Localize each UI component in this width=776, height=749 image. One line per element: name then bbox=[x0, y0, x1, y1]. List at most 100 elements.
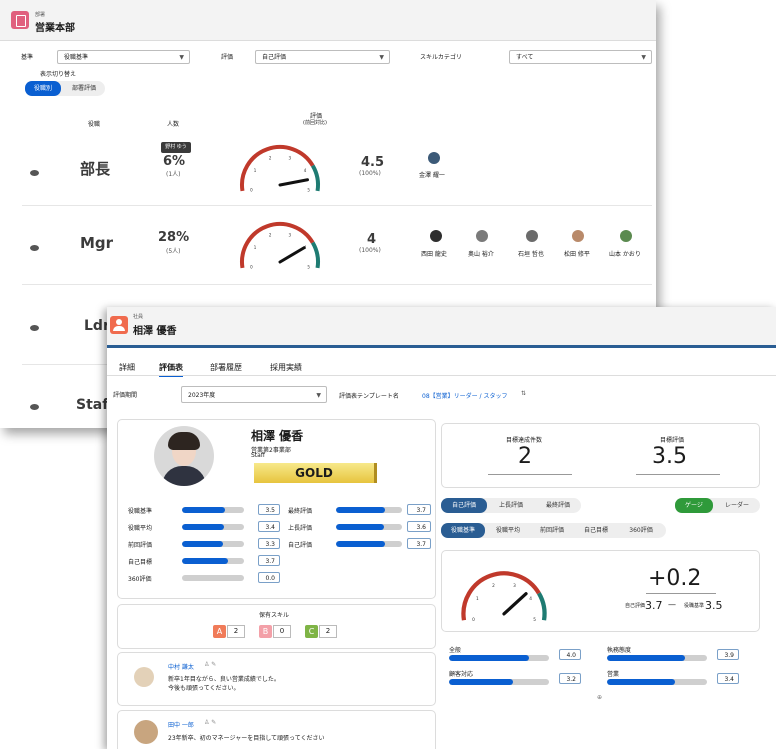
tab-prev-eval[interactable]: 前回評価 bbox=[531, 523, 573, 538]
skill-bar-value: 3.4 bbox=[717, 673, 739, 684]
department-icon bbox=[11, 11, 29, 29]
divider bbox=[22, 205, 652, 206]
header-category: 部署 bbox=[35, 12, 46, 18]
hyoka-label: 評価 bbox=[221, 54, 234, 61]
self-eval-label: 自己評価 bbox=[625, 603, 646, 609]
gauge-arc bbox=[461, 571, 541, 621]
skill-grade: C bbox=[305, 625, 318, 638]
stat-label: 役職平均 bbox=[128, 525, 153, 532]
stat-value: 3.4 bbox=[258, 521, 280, 532]
stat-bar bbox=[336, 524, 402, 530]
skill-category-label: スキルカテゴリ bbox=[420, 54, 462, 61]
tab-radar[interactable]: レーダー bbox=[715, 498, 759, 513]
base-label: 役職基準 bbox=[684, 603, 705, 609]
row-count: (1人) bbox=[166, 171, 181, 178]
gauge-needle bbox=[278, 178, 310, 187]
row-count: (5人) bbox=[166, 248, 181, 255]
comment-author[interactable]: 田中 一郎 bbox=[168, 720, 194, 729]
skill-category-select[interactable]: すべて ▼ bbox=[509, 50, 652, 64]
comment-author[interactable]: 中村 謙太 bbox=[168, 662, 194, 671]
eye-icon[interactable] bbox=[30, 245, 39, 251]
tab-detail[interactable]: 詳細 bbox=[119, 362, 135, 373]
swap-icon[interactable]: ⇅ bbox=[521, 390, 526, 397]
eye-icon[interactable] bbox=[30, 170, 39, 176]
col-count: 人数 bbox=[167, 121, 180, 128]
hyoka-select[interactable]: 自己評価 ▼ bbox=[255, 50, 390, 64]
tab-role-avg[interactable]: 役職平均 bbox=[487, 523, 529, 538]
tab-360[interactable]: 360評価 bbox=[619, 523, 663, 538]
eye-icon[interactable] bbox=[30, 325, 39, 331]
member-name: 西田 龍史 bbox=[421, 251, 447, 258]
tab-recruitment[interactable]: 採用実績 bbox=[270, 362, 302, 373]
stat-value: 3.5 bbox=[258, 504, 280, 515]
profile-photo bbox=[154, 426, 214, 486]
self-eval-value: 3.7 bbox=[645, 599, 663, 612]
avatar bbox=[572, 230, 584, 242]
gauge-tick: 2 bbox=[269, 156, 272, 161]
eval-type-toggle: 自己評価 上長評価 最終評価 bbox=[441, 498, 581, 513]
avatar bbox=[620, 230, 632, 242]
comment-text: 今後も頑張ってください。 bbox=[168, 685, 240, 692]
avatar bbox=[430, 230, 442, 242]
stat-bar bbox=[182, 541, 244, 547]
profile-name: 相澤 優香 bbox=[251, 429, 304, 443]
gauge-arc bbox=[537, 592, 547, 621]
tab-role-base[interactable]: 役職基準 bbox=[441, 523, 485, 538]
row-score-pct: (100%) bbox=[359, 247, 381, 254]
person-icon: ♙ ✎ bbox=[204, 661, 217, 668]
tab-department-history[interactable]: 部署履歴 bbox=[210, 362, 242, 373]
gauge-tick: 2 bbox=[492, 583, 495, 589]
skill-bar-label: 顧客対応 bbox=[449, 671, 474, 678]
stat-bar bbox=[182, 507, 244, 513]
gauge-tick: 5 bbox=[307, 188, 310, 192]
toggle-by-role[interactable]: 役職別 bbox=[25, 81, 61, 96]
toggle-by-department[interactable]: 部署評価 bbox=[63, 81, 105, 96]
tab-self-eval[interactable]: 自己評価 bbox=[441, 498, 487, 513]
tab-self-goal[interactable]: 自己目標 bbox=[575, 523, 617, 538]
eye-icon[interactable] bbox=[30, 404, 39, 410]
stat-bar bbox=[182, 558, 244, 564]
stat-value: 3.7 bbox=[407, 538, 431, 549]
row-score: 4.5 bbox=[361, 155, 385, 170]
view-toggle: 役職別 部署評価 bbox=[25, 81, 105, 96]
gauge-tick: 4 bbox=[529, 596, 532, 602]
profile-card: 相澤 優香 営業第2事業部 Staff GOLD 役職基準 3.5 役職平均 3.4 前… bbox=[117, 419, 436, 599]
tab-gauge[interactable]: ゲージ bbox=[675, 498, 713, 513]
row-score-pct: (100%) bbox=[359, 170, 381, 177]
gauge-tick: 5 bbox=[533, 617, 536, 623]
stat-value: 3.7 bbox=[258, 555, 280, 566]
period-label: 評価期間 bbox=[113, 392, 138, 399]
stat-label: 前回評価 bbox=[128, 542, 153, 549]
gauge-needle bbox=[502, 592, 528, 616]
skill-count: 2 bbox=[319, 625, 337, 638]
member-name: 石垣 哲也 bbox=[518, 251, 544, 258]
stat-bar bbox=[182, 575, 244, 581]
stat-value: 3.7 bbox=[407, 504, 431, 515]
divider bbox=[22, 284, 652, 285]
chevron-down-icon: ▼ bbox=[379, 54, 384, 61]
tab-final-eval[interactable]: 最終評価 bbox=[535, 498, 581, 513]
more-icon[interactable]: ⊕ bbox=[597, 694, 602, 701]
gauge-tick: 1 bbox=[476, 596, 479, 602]
employee-header: 社員 相澤 優香 bbox=[107, 307, 776, 348]
avatar bbox=[428, 152, 440, 164]
period-select[interactable]: 2023年度 ▼ bbox=[181, 386, 327, 403]
skill-bar bbox=[607, 655, 707, 661]
gauge-tick: 1 bbox=[254, 245, 257, 250]
gauge-tick: 3 bbox=[513, 583, 516, 589]
divider bbox=[107, 375, 776, 376]
kijun-label: 基準 bbox=[21, 54, 34, 61]
row-gauge: 012345 bbox=[240, 222, 320, 269]
comment-card: 中村 謙太 ♙ ✎ 新卒1年目ながら、良い営業成績でした。 今後も頑張ってくださ… bbox=[117, 652, 436, 706]
skills-title: 保有スキル bbox=[259, 612, 290, 619]
employee-window: 社員 相澤 優香 詳細 評価表 部署履歴 採用実績 評価期間 2023年度 ▼ 評… bbox=[107, 307, 776, 749]
kijun-select[interactable]: 役職基準 ▼ bbox=[57, 50, 190, 64]
template-link[interactable]: 08【営業】リーダー / スタッフ bbox=[422, 391, 507, 400]
toggle-label: 表示切り替え bbox=[40, 71, 77, 78]
tab-boss-eval[interactable]: 上長評価 bbox=[488, 498, 534, 513]
stat-bar bbox=[182, 524, 244, 530]
gauge-arc bbox=[240, 222, 315, 269]
gauge-tick: 0 bbox=[250, 265, 253, 269]
rank-badge: GOLD bbox=[254, 463, 377, 483]
stat-label: 最終評価 bbox=[288, 508, 313, 515]
